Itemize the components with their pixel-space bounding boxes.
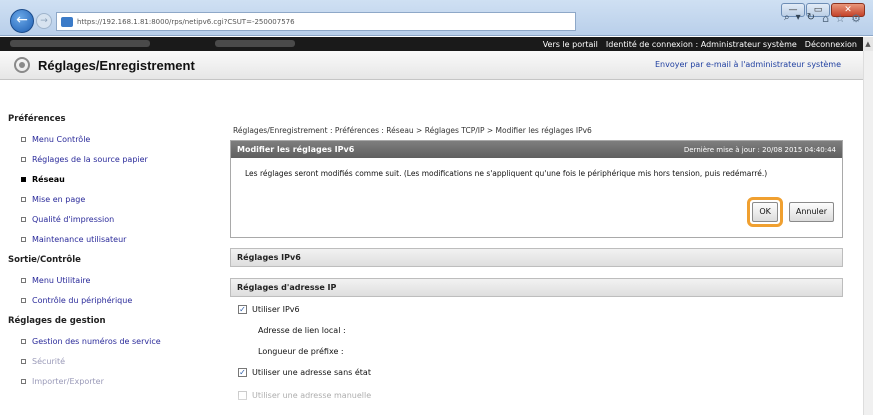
bullet-icon xyxy=(21,298,26,303)
dropdown-icon[interactable]: ▾ xyxy=(796,12,801,23)
gear-icon[interactable]: ⚙ xyxy=(851,12,861,25)
bullet-icon xyxy=(21,157,26,162)
stateless-checkbox[interactable]: ✓ xyxy=(238,368,247,377)
sidebar-item-controle-peripherique[interactable]: Contrôle du périphérique xyxy=(21,296,222,305)
last-update-timestamp: Dernière mise à jour : 20/08 2015 04:40:… xyxy=(683,145,836,154)
link-local-row: Adresse de lien local : xyxy=(258,326,346,335)
sidebar-item-label: Importer/Exporter xyxy=(32,377,104,386)
cancel-button[interactable]: Annuler xyxy=(788,202,834,222)
email-admin-link[interactable]: Envoyer par e-mail à l'administrateur sy… xyxy=(655,60,841,69)
link-local-label: Adresse de lien local : xyxy=(258,326,346,335)
logout-link[interactable]: Déconnexion xyxy=(805,40,857,49)
search-icon[interactable]: ⌕ xyxy=(784,12,790,23)
dialog-message: Les réglages seront modifiés comme suit.… xyxy=(245,169,768,178)
portal-bar: Vers le portail Identité de connexion : … xyxy=(0,37,863,51)
prefix-length-label: Longueur de préfixe : xyxy=(258,347,344,356)
blurred-device-name xyxy=(10,40,150,47)
site-favicon-icon xyxy=(61,16,73,27)
sidebar-section-preferences: Préférences xyxy=(8,114,66,124)
stateless-label: Utiliser une adresse sans état xyxy=(252,368,371,377)
sidebar-item-menu-controle[interactable]: Menu Contrôle xyxy=(21,135,222,144)
scroll-up-arrow-icon[interactable]: ▲ xyxy=(863,37,873,51)
bullet-icon xyxy=(21,137,26,142)
forward-arrow-icon[interactable]: → xyxy=(36,13,52,29)
dialog-header: Modifier les réglages IPv6 Dernière mise… xyxy=(231,141,842,158)
address-tools: ⌕ ▾ ↻ xyxy=(784,12,815,23)
page-header: Réglages/Enregistrement Envoyer par e-ma… xyxy=(0,51,863,80)
sidebar-item-label: Menu Contrôle xyxy=(32,135,91,144)
back-arrow-icon[interactable]: ← xyxy=(10,9,34,33)
use-ipv6-row: ✓ Utiliser IPv6 xyxy=(238,305,300,314)
sidebar-item-importer-exporter[interactable]: Importer/Exporter xyxy=(21,377,222,386)
sidebar-item-maintenance[interactable]: Maintenance utilisateur xyxy=(21,235,222,244)
sidebar-item-menu-utilitaire[interactable]: Menu Utilitaire xyxy=(21,276,222,285)
address-bar[interactable]: https://192.168.1.81:8000/rps/netipv6.cg… xyxy=(56,12,576,31)
sidebar-item-numeros-service[interactable]: Gestion des numéros de service xyxy=(21,337,222,346)
settings-gear-icon xyxy=(14,57,30,73)
ip-address-settings-header: Réglages d'adresse IP xyxy=(230,278,843,297)
address-url: https://192.168.1.81:8000/rps/netipv6.cg… xyxy=(77,17,295,26)
bullet-icon xyxy=(21,278,26,283)
sidebar-item-label: Réseau xyxy=(32,175,65,184)
blurred-device-info xyxy=(215,40,295,47)
sidebar-item-label: Qualité d'impression xyxy=(32,215,115,224)
sidebar-item-label: Gestion des numéros de service xyxy=(32,337,161,346)
bullet-icon xyxy=(21,237,26,242)
dialog-title: Modifier les réglages IPv6 xyxy=(237,145,355,154)
prefix-length-row: Longueur de préfixe : xyxy=(258,347,344,356)
home-icon[interactable]: ⌂ xyxy=(822,12,829,25)
dialog-buttons: OK Annuler xyxy=(747,197,834,227)
bullet-icon xyxy=(21,197,26,202)
ok-button[interactable]: OK xyxy=(752,202,778,222)
use-ipv6-checkbox[interactable]: ✓ xyxy=(238,305,247,314)
sidebar-item-label: Réglages de la source papier xyxy=(32,155,148,164)
ok-highlight: OK xyxy=(747,197,783,227)
sidebar-item-label: Sécurité xyxy=(32,357,66,366)
ipv6-settings-header: Réglages IPv6 xyxy=(230,248,843,267)
sidebar-item-reseau[interactable]: Réseau xyxy=(21,175,222,184)
stateless-row: ✓ Utiliser une adresse sans état xyxy=(238,368,371,377)
page-title: Réglages/Enregistrement xyxy=(38,57,195,73)
use-ipv6-label: Utiliser IPv6 xyxy=(252,305,300,314)
bullet-icon xyxy=(21,177,26,182)
sidebar-item-label: Maintenance utilisateur xyxy=(32,235,127,244)
sidebar-item-source-papier[interactable]: Réglages de la source papier xyxy=(21,155,222,164)
sidebar-item-label: Mise en page xyxy=(32,195,86,204)
browser-titlebar: — ▭ ✕ ← → https://192.168.1.81:8000/rps/… xyxy=(0,0,873,36)
sidebar-item-qualite[interactable]: Qualité d'impression xyxy=(21,215,222,224)
portal-link[interactable]: Vers le portail xyxy=(543,40,598,49)
vertical-scrollbar[interactable] xyxy=(863,51,873,415)
sidebar-item-securite[interactable]: Sécurité xyxy=(21,357,222,366)
sidebar-section-gestion: Réglages de gestion xyxy=(8,316,106,326)
sidebar-item-mise-en-page[interactable]: Mise en page xyxy=(21,195,222,204)
breadcrumb: Réglages/Enregistrement : Préférences : … xyxy=(233,126,592,135)
bullet-icon xyxy=(21,359,26,364)
sidebar-item-label: Menu Utilitaire xyxy=(32,276,91,285)
bullet-icon xyxy=(21,339,26,344)
browser-tools: ⌂ ☆ ⚙ xyxy=(822,12,861,25)
sidebar-section-sortie: Sortie/Contrôle xyxy=(8,255,81,265)
favorites-star-icon[interactable]: ☆ xyxy=(835,12,845,25)
sidebar: Préférences Menu Contrôle Réglages de la… xyxy=(8,114,222,397)
sidebar-item-label: Contrôle du périphérique xyxy=(32,296,133,305)
bullet-icon xyxy=(21,379,26,384)
login-identity: Identité de connexion : Administrateur s… xyxy=(605,39,797,49)
refresh-icon[interactable]: ↻ xyxy=(807,12,815,23)
bottom-fade xyxy=(0,395,863,415)
bullet-icon xyxy=(21,217,26,222)
confirm-dialog: Modifier les réglages IPv6 Dernière mise… xyxy=(230,140,843,238)
